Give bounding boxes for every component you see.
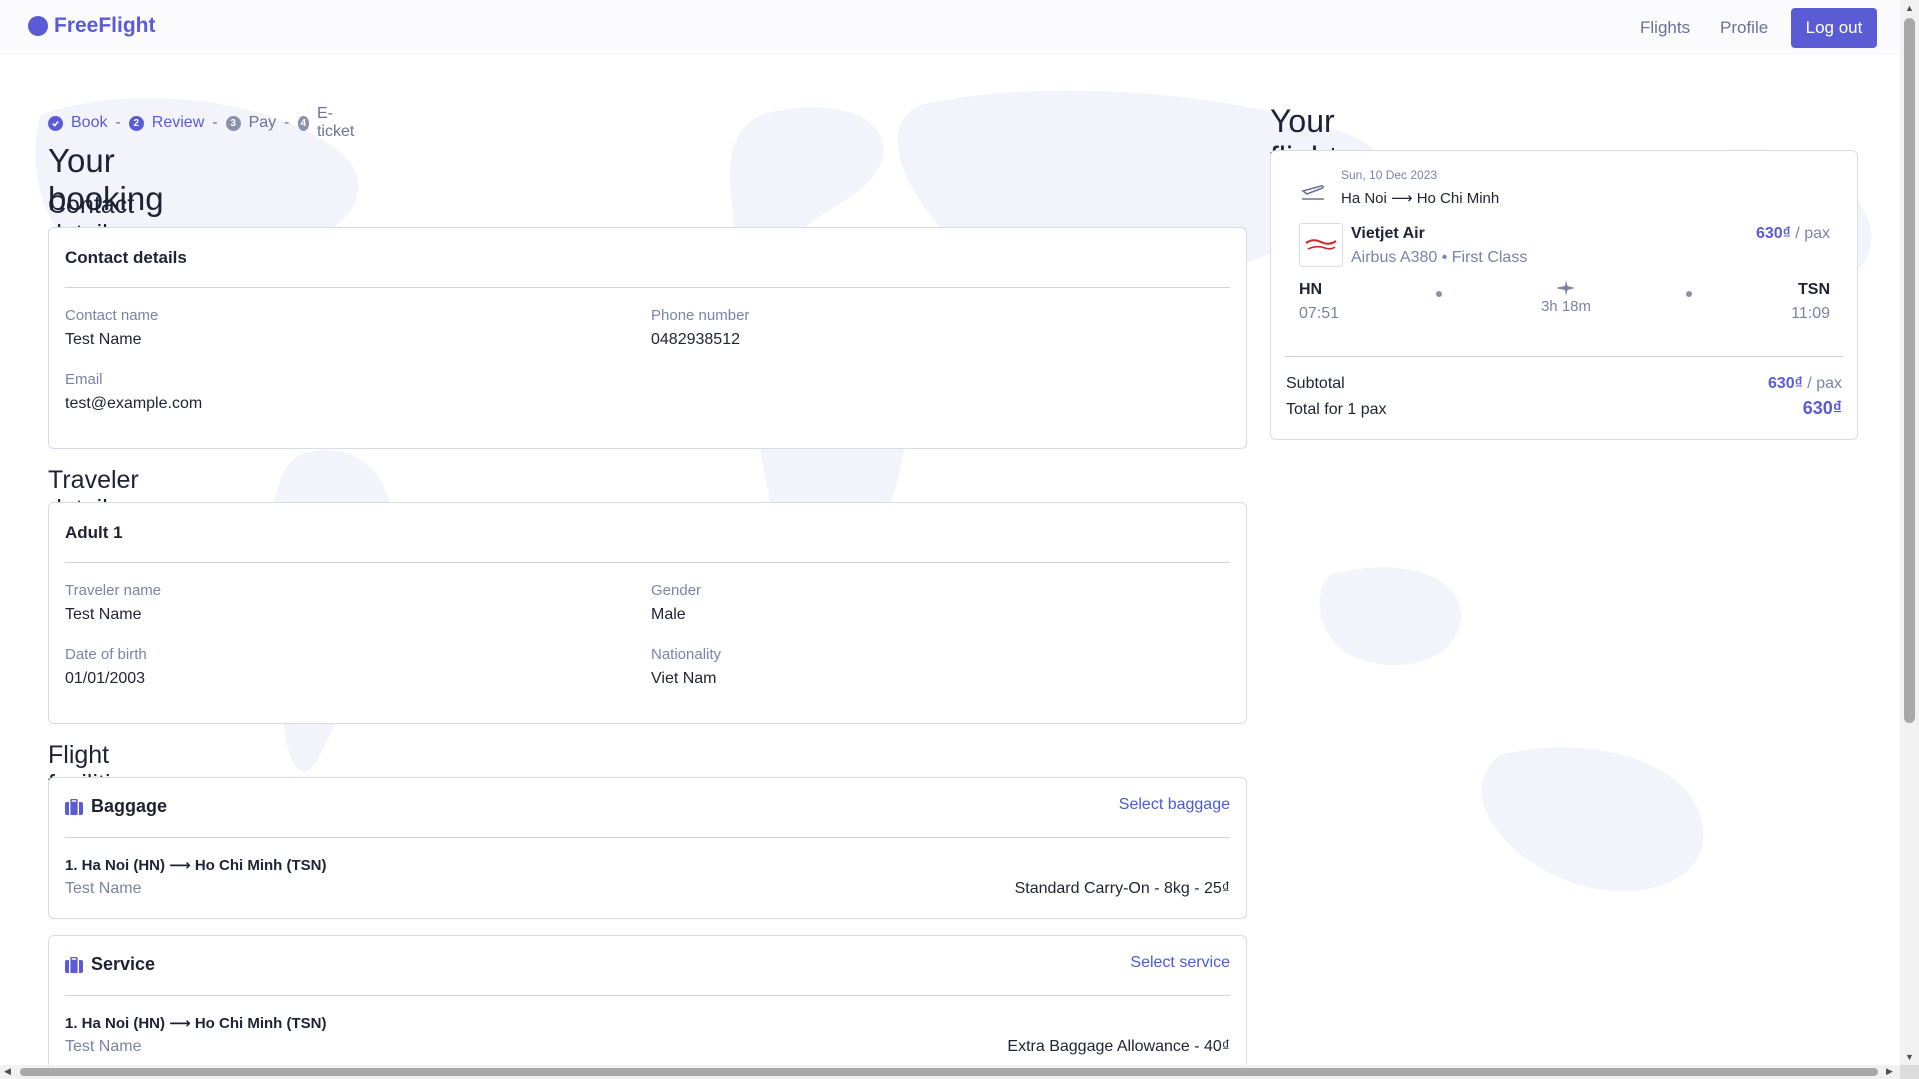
vietjet-logo-mark [1305, 239, 1337, 250]
brand-logo[interactable]: FreeFlight [28, 14, 156, 38]
flight-route: Ha Noi ⟶ Ho Chi Minh [1341, 190, 1500, 207]
divider [65, 562, 1230, 563]
email-label: Email [65, 371, 103, 388]
traveler-card: Adult 1 Traveler name Test Name Gender M… [48, 502, 1247, 724]
traveler-name-value: Test Name [65, 606, 142, 623]
contact-card-title: Contact details [65, 248, 187, 267]
step-eticket: 4 E-ticket [297, 105, 358, 141]
step-label: Book [71, 114, 108, 131]
phone-value: 0482938512 [651, 331, 740, 348]
email-value: test@example.com [65, 395, 203, 412]
step-book[interactable]: Book [48, 114, 107, 132]
phone-label: Phone number [651, 307, 750, 324]
service-title: Service [65, 954, 155, 975]
service-value: Extra Baggage Allowance - 40₫ [1007, 1038, 1230, 1055]
step-label: Review [151, 114, 205, 131]
arrival-time: 11:09 [1791, 305, 1830, 322]
contact-name-value: Test Name [65, 331, 142, 348]
baggage-title-text: Baggage [91, 796, 168, 816]
departure-code: HN [1299, 281, 1323, 298]
baggage-card: Baggage Select baggage 1. Ha Noi (HN) ⟶ … [48, 777, 1247, 919]
divider [65, 287, 1230, 288]
traveler-name-label: Traveler name [65, 582, 162, 599]
step-separator: - [212, 114, 218, 131]
nationality-value: Viet Nam [651, 670, 717, 687]
baggage-route: 1. Ha Noi (HN) ⟶ Ho Chi Minh (TSN) [65, 857, 327, 874]
aircraft-class: Airbus A380 • First Class [1351, 249, 1528, 266]
brand-name: FreeFlight [54, 14, 156, 37]
step-label: E-ticket [316, 105, 355, 140]
subtotal-amount: 630₫ [1767, 375, 1803, 392]
traveler-card-title: Adult 1 [65, 523, 123, 542]
divider [1285, 356, 1843, 357]
divider [65, 837, 1230, 838]
scrollbar-corner [1900, 1065, 1919, 1079]
subtotal-value: 630₫ / pax [1768, 375, 1842, 393]
suitcase-icon [65, 956, 83, 973]
dob-label: Date of birth [65, 646, 147, 663]
step-separator: - [284, 114, 290, 131]
gender-label: Gender [651, 582, 702, 599]
arrival-code: TSN [1798, 281, 1830, 298]
baggage-value: Standard Carry-On - 8kg - 25₫ [1014, 880, 1230, 897]
contact-card: Contact details Contact name Test Name P… [48, 227, 1247, 449]
service-route: 1. Ha Noi (HN) ⟶ Ho Chi Minh (TSN) [65, 1015, 327, 1032]
gender-value: Male [651, 606, 686, 623]
booking-steps: Book - 2 Review - 3 Pay - 4 E-ticket [48, 105, 358, 141]
horizontal-scrollbar[interactable]: ◀ ▶ [0, 1065, 1900, 1079]
subtotal-label: Subtotal [1286, 375, 1345, 392]
horizontal-scroll-thumb[interactable] [20, 1068, 1878, 1076]
dob-value: 01/01/2003 [65, 670, 146, 687]
step-pay: 3 Pay [225, 114, 277, 132]
vertical-scroll-thumb[interactable] [1904, 18, 1915, 723]
departure-time: 07:51 [1299, 305, 1340, 322]
per-pax: / pax [1802, 375, 1842, 392]
scroll-up-arrow-icon[interactable]: ▲ [1905, 3, 1914, 13]
flight-price: 630₫ / pax [1756, 225, 1830, 243]
step-label: Pay [248, 114, 277, 131]
top-navbar: FreeFlight Flights Profile Log out [0, 0, 1900, 55]
divider [65, 995, 1230, 996]
scroll-left-arrow-icon[interactable]: ◀ [4, 1066, 11, 1077]
scroll-down-arrow-icon[interactable]: ▼ [1905, 1052, 1914, 1062]
select-service-link[interactable]: Select service [1130, 954, 1230, 972]
flight-duration: 3h 18m [1540, 298, 1592, 315]
flight-date: Sun, 10 Dec 2023 [1341, 168, 1438, 182]
service-pax-name: Test Name [65, 1038, 142, 1055]
price-value: 630₫ [1755, 225, 1791, 242]
step-number: 3 [225, 115, 241, 131]
vietjet-logo [1299, 223, 1343, 267]
nav-link-profile[interactable]: Profile [1720, 18, 1768, 38]
per-pax: / pax [1790, 225, 1830, 242]
logout-button[interactable]: Log out [1791, 8, 1877, 48]
airline-name: Vietjet Air [1351, 225, 1425, 242]
select-baggage-link[interactable]: Select baggage [1119, 796, 1230, 814]
total-value: 630₫ [1802, 398, 1842, 418]
timeline-dot [1436, 291, 1442, 297]
check-circle-icon [48, 115, 63, 131]
service-title-text: Service [91, 954, 156, 974]
nationality-label: Nationality [651, 646, 722, 663]
timeline-dot [1686, 291, 1692, 297]
flight-summary-card: Sun, 10 Dec 2023 Ha Noi ⟶ Ho Chi Minh Vi… [1270, 150, 1858, 440]
takeoff-icon [1301, 185, 1325, 200]
nav-link-flights[interactable]: Flights [1640, 18, 1690, 38]
brand-dot-icon [28, 16, 48, 36]
total-label: Total for 1 pax [1286, 401, 1387, 418]
scroll-right-arrow-icon[interactable]: ▶ [1886, 1066, 1893, 1077]
service-card: Service Select service 1. Ha Noi (HN) ⟶ … [48, 935, 1247, 1077]
suitcase-icon [65, 798, 83, 815]
airplane-icon [1557, 280, 1575, 296]
contact-name-label: Contact name [65, 307, 159, 324]
baggage-pax-name: Test Name [65, 880, 142, 897]
step-number: 2 [128, 115, 144, 131]
step-review[interactable]: 2 Review [128, 114, 205, 132]
baggage-title: Baggage [65, 796, 167, 817]
step-separator: - [115, 114, 121, 131]
step-number: 4 [297, 115, 309, 131]
vertical-scrollbar[interactable]: ▲ ▼ [1900, 0, 1919, 1065]
